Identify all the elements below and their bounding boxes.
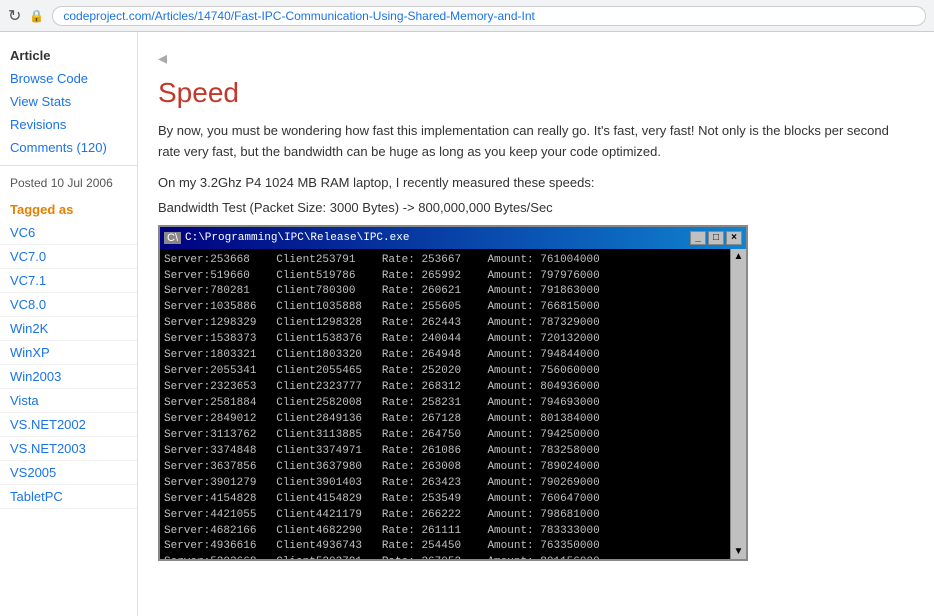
- console-titlebar: C\ C:\Programming\IPC\Release\IPC.exe _ …: [160, 227, 746, 249]
- sidebar-tag-vs2005[interactable]: VS2005: [0, 461, 137, 485]
- sidebar-divider: [0, 165, 137, 166]
- console-minimize-button[interactable]: _: [690, 231, 706, 245]
- main-content: ◂ Speed By now, you must be wondering ho…: [138, 32, 934, 616]
- console-app-icon: C\: [164, 232, 181, 244]
- bandwidth-text: Bandwidth Test (Packet Size: 3000 Bytes)…: [158, 200, 914, 215]
- console-title-left: C\ C:\Programming\IPC\Release\IPC.exe: [164, 232, 409, 244]
- console-window: C\ C:\Programming\IPC\Release\IPC.exe _ …: [158, 225, 748, 561]
- sidebar-tag-vc71[interactable]: VC7.1: [0, 269, 137, 293]
- sidebar-tagged-label: Tagged as: [0, 194, 137, 221]
- sidebar-section-title: Article: [0, 40, 137, 67]
- sidebar-link-revisions[interactable]: Revisions: [0, 113, 137, 136]
- sidebar-link-comments[interactable]: Comments (120): [0, 136, 137, 159]
- sidebar-tag-vsnet2002[interactable]: VS.NET2002: [0, 413, 137, 437]
- console-maximize-button[interactable]: □: [708, 231, 724, 245]
- console-title-text: C:\Programming\IPC\Release\IPC.exe: [185, 232, 409, 244]
- sidebar-tag-vc6[interactable]: VC6: [0, 221, 137, 245]
- back-arrow[interactable]: ◂: [158, 48, 167, 69]
- measure-text-content: On my 3.2Ghz P4 1024 MB RAM laptop, I re…: [158, 175, 594, 190]
- url-bar[interactable]: codeproject.com/Articles/14740/Fast-IPC-…: [52, 6, 926, 26]
- sidebar-tag-tabletpc[interactable]: TabletPC: [0, 485, 137, 509]
- measure-text: On my 3.2Ghz P4 1024 MB RAM laptop, I re…: [158, 175, 914, 190]
- page-title: Speed: [158, 77, 914, 109]
- sidebar-tag-win2k[interactable]: Win2K: [0, 317, 137, 341]
- sidebar: Article Browse Code View Stats Revisions…: [0, 32, 138, 616]
- console-title-buttons: _ □ ×: [690, 231, 742, 245]
- intro-text: By now, you must be wondering how fast t…: [158, 121, 914, 163]
- sidebar-tag-win2003[interactable]: Win2003: [0, 365, 137, 389]
- sidebar-link-view-stats[interactable]: View Stats: [0, 90, 137, 113]
- sidebar-tag-vsnet2003[interactable]: VS.NET2003: [0, 437, 137, 461]
- console-scrollbar[interactable]: ▲ ▼: [730, 249, 746, 559]
- page-layout: Article Browse Code View Stats Revisions…: [0, 32, 934, 616]
- sidebar-posted: Posted 10 Jul 2006: [0, 172, 137, 194]
- sidebar-tag-vc80[interactable]: VC8.0: [0, 293, 137, 317]
- console-body: Server:253668 Client253791 Rate: 253667 …: [160, 249, 730, 559]
- console-close-button[interactable]: ×: [726, 231, 742, 245]
- sidebar-link-browse-code[interactable]: Browse Code: [0, 67, 137, 90]
- sidebar-tag-winxp[interactable]: WinXP: [0, 341, 137, 365]
- refresh-icon[interactable]: ↻: [8, 6, 21, 26]
- sidebar-tags: VC6VC7.0VC7.1VC8.0Win2KWinXPWin2003Vista…: [0, 221, 137, 509]
- lock-icon: 🔒: [29, 9, 44, 23]
- browser-bar: ↻ 🔒 codeproject.com/Articles/14740/Fast-…: [0, 0, 934, 32]
- intro-text-content: By now, you must be wondering how fast t…: [158, 123, 889, 159]
- sidebar-tag-vista[interactable]: Vista: [0, 389, 137, 413]
- scrollbar-down-icon[interactable]: ▼: [734, 546, 744, 557]
- scrollbar-up-icon[interactable]: ▲: [734, 251, 744, 262]
- sidebar-tag-vc70[interactable]: VC7.0: [0, 245, 137, 269]
